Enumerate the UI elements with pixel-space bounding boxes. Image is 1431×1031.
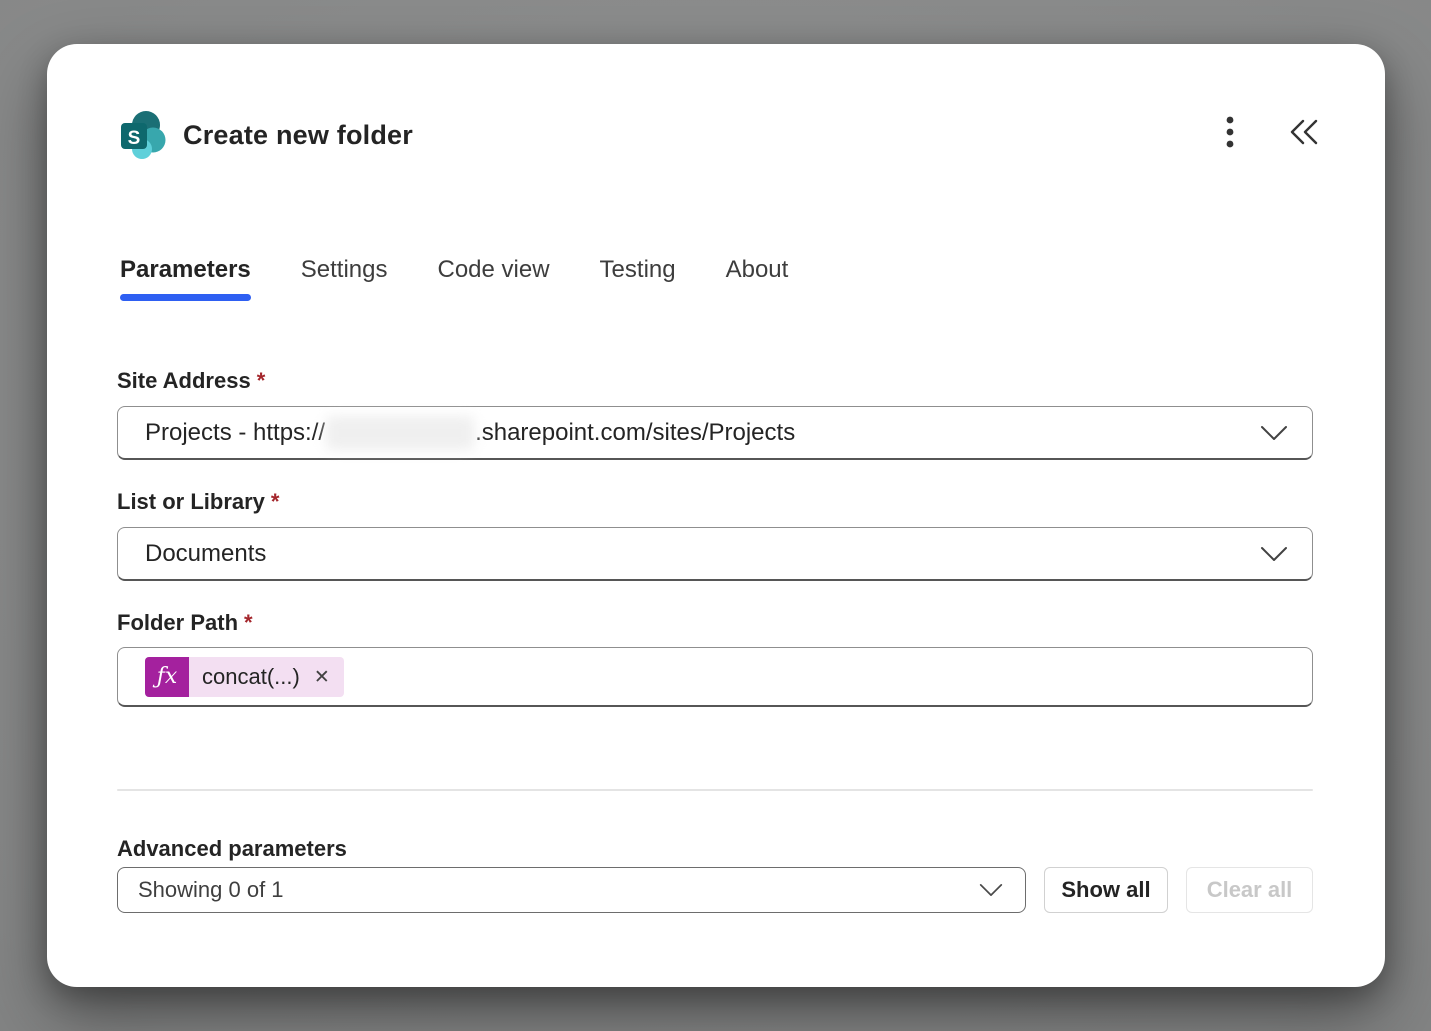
site-address-value: Projects - https://.sharepoint.com/sites… <box>145 416 795 450</box>
redacted-tenant-name <box>326 416 474 450</box>
chevron-down-icon <box>1260 546 1288 562</box>
tab-parameters[interactable]: Parameters <box>120 256 251 301</box>
chevron-down-icon <box>1260 425 1288 441</box>
kebab-menu-icon <box>1226 115 1234 154</box>
section-divider <box>117 789 1313 791</box>
advanced-parameters-label: Advanced parameters <box>117 836 347 862</box>
required-asterisk: * <box>271 489 280 514</box>
list-or-library-value: Documents <box>145 540 266 568</box>
clear-all-button[interactable]: Clear all <box>1186 867 1313 913</box>
collapse-panel-button[interactable] <box>1283 113 1325 155</box>
advanced-parameters-row: Showing 0 of 1 Show all Clear all <box>117 867 1313 913</box>
list-or-library-label: List or Library* <box>117 489 279 515</box>
advanced-parameters-dropdown[interactable]: Showing 0 of 1 <box>117 867 1026 913</box>
expression-token-label: concat(...) <box>189 664 310 690</box>
action-panel: S Create new folder Parameters Settings … <box>47 44 1385 987</box>
double-chevron-left-icon <box>1287 117 1321 152</box>
more-options-button[interactable] <box>1209 113 1251 155</box>
folder-path-label: Folder Path* <box>117 610 253 636</box>
tab-testing[interactable]: Testing <box>600 256 676 301</box>
tab-about[interactable]: About <box>726 256 789 301</box>
tab-bar: Parameters Settings Code view Testing Ab… <box>120 256 788 301</box>
remove-token-icon[interactable]: ✕ <box>310 666 344 688</box>
tab-settings[interactable]: Settings <box>301 256 388 301</box>
fx-function-icon: ƒx <box>145 657 189 697</box>
chevron-down-icon <box>979 883 1003 897</box>
site-address-dropdown[interactable]: Projects - https://.sharepoint.com/sites… <box>117 406 1313 460</box>
tab-code-view[interactable]: Code view <box>437 256 549 301</box>
site-address-label: Site Address* <box>117 368 265 394</box>
page-title: Create new folder <box>183 110 413 160</box>
expression-token[interactable]: ƒx concat(...) ✕ <box>145 657 344 697</box>
required-asterisk: * <box>257 368 266 393</box>
advanced-dropdown-value: Showing 0 of 1 <box>138 877 284 903</box>
show-all-button[interactable]: Show all <box>1044 867 1168 913</box>
folder-path-input[interactable]: ƒx concat(...) ✕ <box>117 647 1313 707</box>
sharepoint-icon: S <box>118 110 168 160</box>
svg-text:S: S <box>128 128 141 149</box>
list-or-library-dropdown[interactable]: Documents <box>117 527 1313 581</box>
required-asterisk: * <box>244 610 253 635</box>
